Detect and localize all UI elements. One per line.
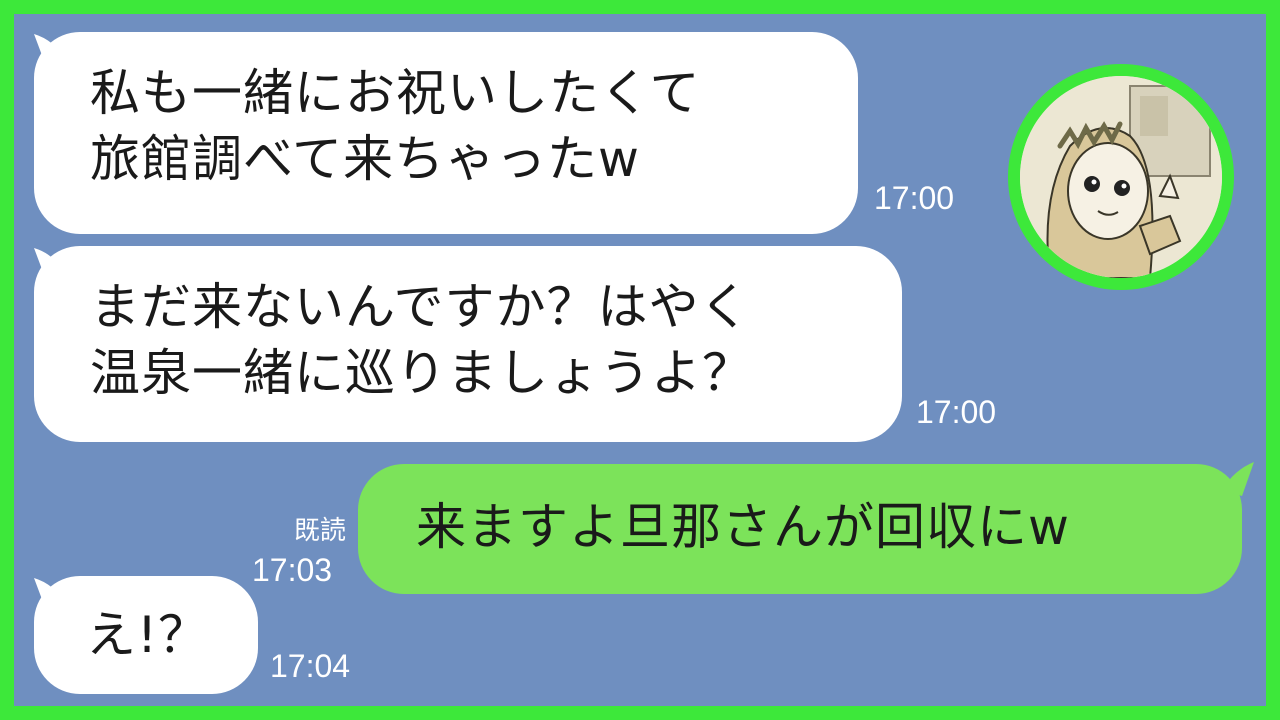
message-text: 温泉一緒に巡りましょうよ？ xyxy=(90,344,753,402)
read-receipt: 既読 xyxy=(293,515,346,545)
message-text: 来ますよ旦那さんが回収にw xyxy=(416,498,1070,556)
contact-avatar[interactable] xyxy=(1008,64,1234,290)
message-timestamp: 17:04 xyxy=(270,648,351,684)
message-text: え!？ xyxy=(86,606,210,664)
message-bubble-3[interactable]: 来ますよ旦那さんが回収にw xyxy=(358,464,1242,594)
message-bubble-1[interactable]: 私も一緒にお祝いしたくて 旅館調べて来ちゃったw xyxy=(34,32,858,234)
message-text: 私も一緒にお祝いしたくて xyxy=(90,64,701,122)
contact-avatar-illustration xyxy=(1020,76,1222,278)
bubble-tail xyxy=(1222,462,1254,496)
chat-window: 私も一緒にお祝いしたくて 旅館調べて来ちゃったw 17:00 まだ来ないんですか… xyxy=(14,14,1266,706)
message-timestamp: 17:00 xyxy=(916,394,997,430)
message-timestamp: 17:03 xyxy=(252,552,333,588)
message-text: まだ来ないんですか？はやく xyxy=(90,278,751,336)
message-timestamp: 17:00 xyxy=(874,180,955,216)
message-text: 旅館調べて来ちゃったw xyxy=(90,130,640,188)
message-bubble-4[interactable]: え!？ xyxy=(34,576,258,694)
message-bubble-2[interactable]: まだ来ないんですか？はやく 温泉一緒に巡りましょうよ？ xyxy=(34,246,902,442)
avatar-drawing xyxy=(1020,76,1222,278)
